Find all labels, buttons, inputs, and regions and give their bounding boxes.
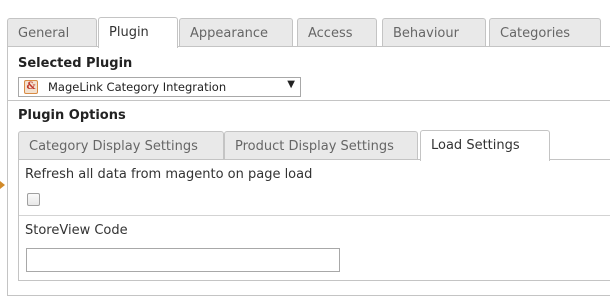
tab-appearance[interactable]: Appearance	[179, 18, 293, 47]
dropdown-arrow-icon: ▼	[287, 79, 295, 90]
storeview-code-label: StoreView Code	[25, 223, 128, 238]
field-divider	[19, 215, 610, 216]
tab-label: Appearance	[190, 26, 269, 41]
tab-load-settings[interactable]: Load Settings	[420, 130, 550, 161]
selected-plugin-heading: Selected Plugin	[18, 56, 133, 71]
top-tab-bar: General Plugin Appearance Access Behavio…	[7, 17, 610, 48]
plugin-panel: Selected Plugin & MageLink Category Inte…	[7, 46, 610, 296]
load-settings-panel: Refresh all data from magento on page lo…	[18, 159, 610, 281]
tab-category-display-settings[interactable]: Category Display Settings	[18, 131, 224, 160]
row-pointer-icon	[0, 181, 5, 189]
refresh-data-checkbox[interactable]	[27, 193, 40, 206]
plugin-select-value: MageLink Category Integration	[48, 80, 227, 94]
tab-label: Product Display Settings	[235, 139, 394, 154]
tab-label: Behaviour	[393, 26, 459, 41]
tab-plugin[interactable]: Plugin	[98, 17, 178, 48]
section-divider	[8, 100, 610, 101]
tab-label: Plugin	[109, 25, 149, 40]
tab-general[interactable]: General	[7, 18, 97, 47]
tab-categories[interactable]: Categories	[489, 18, 601, 47]
tab-label: Categories	[500, 26, 571, 41]
tab-label: Load Settings	[431, 138, 520, 153]
tab-behaviour[interactable]: Behaviour	[382, 18, 486, 47]
plugin-options-heading: Plugin Options	[18, 108, 126, 123]
magelink-plugin-icon: &	[24, 80, 38, 94]
tab-label: General	[18, 26, 70, 41]
plugin-select[interactable]: & MageLink Category Integration ▼	[18, 77, 301, 97]
tab-access[interactable]: Access	[297, 18, 377, 47]
storeview-code-input[interactable]	[26, 248, 340, 272]
tab-product-display-settings[interactable]: Product Display Settings	[224, 131, 418, 160]
tab-label: Category Display Settings	[29, 139, 198, 154]
refresh-data-label: Refresh all data from magento on page lo…	[25, 167, 313, 182]
tab-label: Access	[308, 26, 353, 41]
